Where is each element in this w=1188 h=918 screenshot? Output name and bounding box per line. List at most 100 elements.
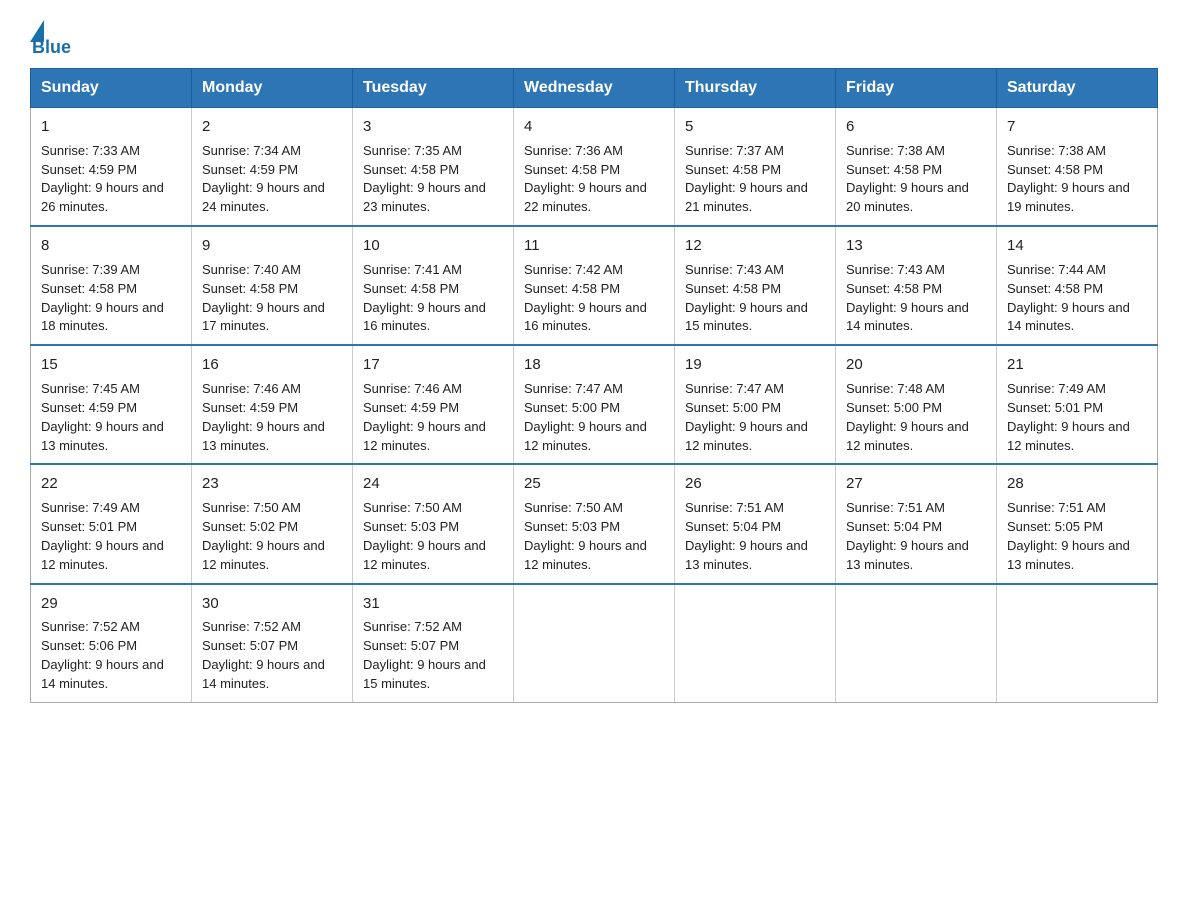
calendar-cell: 15 Sunrise: 7:45 AMSunset: 4:59 PMDaylig… [31, 345, 192, 464]
day-info: Sunrise: 7:52 AMSunset: 5:06 PMDaylight:… [41, 619, 164, 691]
calendar-cell: 10 Sunrise: 7:41 AMSunset: 4:58 PMDaylig… [353, 226, 514, 345]
calendar-week-row: 22 Sunrise: 7:49 AMSunset: 5:01 PMDaylig… [31, 464, 1158, 583]
weekday-header-row: SundayMondayTuesdayWednesdayThursdayFrid… [31, 69, 1158, 108]
calendar-cell: 27 Sunrise: 7:51 AMSunset: 5:04 PMDaylig… [836, 464, 997, 583]
day-number: 15 [41, 354, 181, 376]
calendar-cell: 3 Sunrise: 7:35 AMSunset: 4:58 PMDayligh… [353, 108, 514, 227]
calendar-cell: 23 Sunrise: 7:50 AMSunset: 5:02 PMDaylig… [192, 464, 353, 583]
day-number: 16 [202, 354, 342, 376]
day-number: 12 [685, 235, 825, 257]
calendar-week-row: 15 Sunrise: 7:45 AMSunset: 4:59 PMDaylig… [31, 345, 1158, 464]
calendar-cell: 30 Sunrise: 7:52 AMSunset: 5:07 PMDaylig… [192, 584, 353, 703]
day-info: Sunrise: 7:51 AMSunset: 5:04 PMDaylight:… [685, 500, 808, 572]
calendar-cell [675, 584, 836, 703]
calendar-cell: 26 Sunrise: 7:51 AMSunset: 5:04 PMDaylig… [675, 464, 836, 583]
day-info: Sunrise: 7:50 AMSunset: 5:02 PMDaylight:… [202, 500, 325, 572]
day-number: 18 [524, 354, 664, 376]
calendar-cell: 1 Sunrise: 7:33 AMSunset: 4:59 PMDayligh… [31, 108, 192, 227]
calendar-cell: 28 Sunrise: 7:51 AMSunset: 5:05 PMDaylig… [997, 464, 1158, 583]
calendar-cell: 24 Sunrise: 7:50 AMSunset: 5:03 PMDaylig… [353, 464, 514, 583]
day-number: 31 [363, 593, 503, 615]
day-info: Sunrise: 7:46 AMSunset: 4:59 PMDaylight:… [202, 381, 325, 453]
calendar-cell: 8 Sunrise: 7:39 AMSunset: 4:58 PMDayligh… [31, 226, 192, 345]
day-number: 14 [1007, 235, 1147, 257]
day-number: 29 [41, 593, 181, 615]
day-info: Sunrise: 7:35 AMSunset: 4:58 PMDaylight:… [363, 143, 486, 215]
day-number: 13 [846, 235, 986, 257]
day-info: Sunrise: 7:47 AMSunset: 5:00 PMDaylight:… [685, 381, 808, 453]
calendar-cell: 5 Sunrise: 7:37 AMSunset: 4:58 PMDayligh… [675, 108, 836, 227]
day-info: Sunrise: 7:43 AMSunset: 4:58 PMDaylight:… [685, 262, 808, 334]
weekday-header-tuesday: Tuesday [353, 69, 514, 108]
weekday-header-friday: Friday [836, 69, 997, 108]
calendar-cell: 11 Sunrise: 7:42 AMSunset: 4:58 PMDaylig… [514, 226, 675, 345]
day-number: 23 [202, 473, 342, 495]
calendar-week-row: 1 Sunrise: 7:33 AMSunset: 4:59 PMDayligh… [31, 108, 1158, 227]
day-number: 10 [363, 235, 503, 257]
day-number: 24 [363, 473, 503, 495]
day-number: 11 [524, 235, 664, 257]
calendar-cell: 18 Sunrise: 7:47 AMSunset: 5:00 PMDaylig… [514, 345, 675, 464]
calendar-cell: 4 Sunrise: 7:36 AMSunset: 4:58 PMDayligh… [514, 108, 675, 227]
calendar-cell: 31 Sunrise: 7:52 AMSunset: 5:07 PMDaylig… [353, 584, 514, 703]
day-number: 30 [202, 593, 342, 615]
calendar-cell: 19 Sunrise: 7:47 AMSunset: 5:00 PMDaylig… [675, 345, 836, 464]
day-info: Sunrise: 7:45 AMSunset: 4:59 PMDaylight:… [41, 381, 164, 453]
calendar-cell: 2 Sunrise: 7:34 AMSunset: 4:59 PMDayligh… [192, 108, 353, 227]
day-info: Sunrise: 7:39 AMSunset: 4:58 PMDaylight:… [41, 262, 164, 334]
calendar-cell: 16 Sunrise: 7:46 AMSunset: 4:59 PMDaylig… [192, 345, 353, 464]
day-info: Sunrise: 7:46 AMSunset: 4:59 PMDaylight:… [363, 381, 486, 453]
day-number: 17 [363, 354, 503, 376]
weekday-header-saturday: Saturday [997, 69, 1158, 108]
day-number: 2 [202, 116, 342, 138]
calendar-cell: 17 Sunrise: 7:46 AMSunset: 4:59 PMDaylig… [353, 345, 514, 464]
weekday-header-monday: Monday [192, 69, 353, 108]
day-number: 26 [685, 473, 825, 495]
logo: Blue [30, 20, 71, 58]
day-info: Sunrise: 7:43 AMSunset: 4:58 PMDaylight:… [846, 262, 969, 334]
day-info: Sunrise: 7:36 AMSunset: 4:58 PMDaylight:… [524, 143, 647, 215]
day-info: Sunrise: 7:41 AMSunset: 4:58 PMDaylight:… [363, 262, 486, 334]
calendar-table: SundayMondayTuesdayWednesdayThursdayFrid… [30, 68, 1158, 703]
day-number: 7 [1007, 116, 1147, 138]
day-info: Sunrise: 7:49 AMSunset: 5:01 PMDaylight:… [1007, 381, 1130, 453]
day-number: 9 [202, 235, 342, 257]
page-header: Blue [30, 20, 1158, 58]
day-number: 8 [41, 235, 181, 257]
day-number: 21 [1007, 354, 1147, 376]
day-info: Sunrise: 7:38 AMSunset: 4:58 PMDaylight:… [1007, 143, 1130, 215]
day-info: Sunrise: 7:49 AMSunset: 5:01 PMDaylight:… [41, 500, 164, 572]
day-number: 22 [41, 473, 181, 495]
day-number: 28 [1007, 473, 1147, 495]
calendar-cell: 29 Sunrise: 7:52 AMSunset: 5:06 PMDaylig… [31, 584, 192, 703]
day-info: Sunrise: 7:51 AMSunset: 5:04 PMDaylight:… [846, 500, 969, 572]
day-info: Sunrise: 7:34 AMSunset: 4:59 PMDaylight:… [202, 143, 325, 215]
calendar-cell: 22 Sunrise: 7:49 AMSunset: 5:01 PMDaylig… [31, 464, 192, 583]
calendar-cell: 9 Sunrise: 7:40 AMSunset: 4:58 PMDayligh… [192, 226, 353, 345]
calendar-cell: 25 Sunrise: 7:50 AMSunset: 5:03 PMDaylig… [514, 464, 675, 583]
day-number: 25 [524, 473, 664, 495]
weekday-header-thursday: Thursday [675, 69, 836, 108]
calendar-cell: 20 Sunrise: 7:48 AMSunset: 5:00 PMDaylig… [836, 345, 997, 464]
day-info: Sunrise: 7:50 AMSunset: 5:03 PMDaylight:… [524, 500, 647, 572]
day-info: Sunrise: 7:52 AMSunset: 5:07 PMDaylight:… [363, 619, 486, 691]
day-info: Sunrise: 7:48 AMSunset: 5:00 PMDaylight:… [846, 381, 969, 453]
calendar-cell: 14 Sunrise: 7:44 AMSunset: 4:58 PMDaylig… [997, 226, 1158, 345]
day-info: Sunrise: 7:51 AMSunset: 5:05 PMDaylight:… [1007, 500, 1130, 572]
weekday-header-wednesday: Wednesday [514, 69, 675, 108]
calendar-cell: 13 Sunrise: 7:43 AMSunset: 4:58 PMDaylig… [836, 226, 997, 345]
calendar-cell: 6 Sunrise: 7:38 AMSunset: 4:58 PMDayligh… [836, 108, 997, 227]
calendar-cell: 7 Sunrise: 7:38 AMSunset: 4:58 PMDayligh… [997, 108, 1158, 227]
weekday-header-sunday: Sunday [31, 69, 192, 108]
day-number: 27 [846, 473, 986, 495]
day-number: 6 [846, 116, 986, 138]
calendar-cell [514, 584, 675, 703]
day-info: Sunrise: 7:50 AMSunset: 5:03 PMDaylight:… [363, 500, 486, 572]
day-number: 5 [685, 116, 825, 138]
logo-underline: Blue [32, 37, 71, 58]
calendar-week-row: 8 Sunrise: 7:39 AMSunset: 4:58 PMDayligh… [31, 226, 1158, 345]
day-number: 4 [524, 116, 664, 138]
calendar-week-row: 29 Sunrise: 7:52 AMSunset: 5:06 PMDaylig… [31, 584, 1158, 703]
day-info: Sunrise: 7:52 AMSunset: 5:07 PMDaylight:… [202, 619, 325, 691]
day-number: 19 [685, 354, 825, 376]
